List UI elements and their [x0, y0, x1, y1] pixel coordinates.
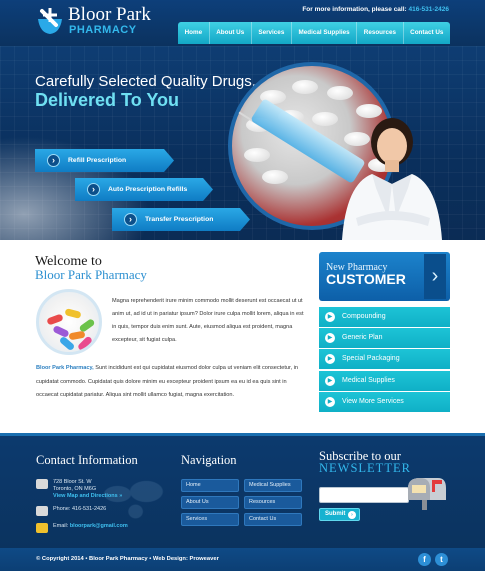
hero-subheading: Delivered To You: [35, 90, 180, 110]
address-line-2: Toronto, ON M6G: [53, 486, 97, 492]
logo-name[interactable]: Bloor Park: [68, 5, 151, 25]
site-header: Bloor Park PHARMACY For more information…: [0, 0, 485, 46]
play-icon: ▶: [325, 333, 335, 344]
service-view-more[interactable]: ▶ View More Services: [319, 391, 450, 412]
twitter-icon[interactable]: t: [435, 553, 448, 566]
logo-subtitle[interactable]: PHARMACY: [69, 24, 137, 36]
welcome-paragraph-2: Bloor Park Pharmacy, Sunt incididunt est…: [36, 362, 308, 403]
chevron-right-icon: ›: [424, 254, 446, 299]
email-label: Email:: [53, 523, 69, 529]
service-label: Compounding: [342, 313, 386, 320]
footer-phone: Phone: 416-531-2426: [53, 506, 107, 512]
transfer-prescription-button[interactable]: › Transfer Prescription: [112, 208, 250, 231]
bottom-bar: © Copyright 2014 • Bloor Park Pharmacy •…: [0, 548, 485, 571]
email-link[interactable]: bloorpark@gmail.com: [70, 523, 128, 529]
newsletter-email-input[interactable]: [319, 487, 409, 503]
submit-button[interactable]: Submit ›: [319, 508, 360, 521]
chevron-right-icon: ›: [124, 213, 137, 226]
hero-banner: Carefully Selected Quality Drugs, Delive…: [0, 46, 485, 240]
pharmacy-logo-icon[interactable]: [34, 5, 66, 37]
mailbox-icon: [408, 478, 446, 510]
phone-icon: [36, 506, 48, 516]
play-icon: ▶: [325, 354, 335, 365]
facebook-icon[interactable]: f: [418, 553, 431, 566]
map-directions-link[interactable]: View Map and Directions »: [53, 493, 122, 499]
refill-prescription-button[interactable]: › Refill Prescription: [35, 149, 174, 172]
footer-nav-services[interactable]: Services: [181, 513, 239, 526]
chevron-right-icon: ›: [47, 154, 60, 167]
footer-nav-home[interactable]: Home: [181, 479, 239, 492]
service-special-packaging[interactable]: ▶ Special Packaging: [319, 349, 450, 370]
site-footer: Contact Information 728 Bloor St. W Toro…: [0, 433, 485, 548]
service-label: Medical Supplies: [342, 376, 395, 384]
contact-heading: Contact Information: [36, 453, 138, 467]
welcome-highlight: Bloor Park Pharmacy,: [36, 365, 94, 371]
nav-home[interactable]: Home: [178, 22, 210, 44]
hero-heading: Carefully Selected Quality Drugs,: [35, 73, 256, 90]
footer-nav-medical-supplies[interactable]: Medical Supplies: [244, 479, 302, 492]
chevron-right-icon: ›: [87, 183, 100, 196]
auto-refills-button[interactable]: › Auto Prescription Refills: [75, 178, 213, 201]
auto-refills-label: Auto Prescription Refills: [108, 186, 188, 193]
service-label: Generic Plan: [342, 334, 383, 342]
capsules-image: [36, 289, 102, 355]
pharmacist-photo: [342, 118, 442, 240]
nav-services[interactable]: Services: [252, 22, 292, 44]
refill-prescription-label: Refill Prescription: [68, 157, 127, 164]
nav-medical-supplies[interactable]: Medical Supplies: [292, 22, 358, 44]
welcome-pharmacy-name: Bloor Park Pharmacy: [35, 267, 147, 282]
footer-nav-about-us[interactable]: About Us: [181, 496, 239, 509]
play-icon: ▶: [325, 312, 335, 322]
footer-nav-resources[interactable]: Resources: [244, 496, 302, 509]
service-compounding[interactable]: ▶ Compounding: [319, 307, 450, 327]
nav-resources[interactable]: Resources: [357, 22, 404, 44]
envelope-icon: [36, 523, 48, 533]
nav-about-us[interactable]: About Us: [210, 22, 252, 44]
chevron-right-icon: ›: [348, 511, 356, 519]
main-nav: Home About Us Services Medical Supplies …: [178, 22, 450, 44]
service-label: View More Services: [342, 397, 404, 405]
welcome-paragraph-1: Magna reprehenderit irure minim commodo …: [112, 298, 304, 343]
transfer-prescription-label: Transfer Prescription: [145, 216, 214, 223]
service-medical-supplies[interactable]: ▶ Medical Supplies: [319, 370, 450, 391]
footer-nav-contact-us[interactable]: Contact Us: [244, 513, 302, 526]
newsletter-heading: NEWSLETTER: [319, 461, 411, 475]
header-contact-info: For more information, please call: 416-5…: [302, 6, 449, 13]
copyright-text: © Copyright 2014 • Bloor Park Pharmacy •…: [36, 556, 219, 562]
nav-contact-us[interactable]: Contact Us: [404, 22, 450, 44]
header-info-text: For more information, please call:: [302, 6, 407, 13]
play-icon: ▶: [325, 396, 335, 407]
house-icon: [36, 479, 48, 489]
new-customer-big: CUSTOMER: [326, 271, 406, 287]
submit-label: Submit: [325, 511, 346, 517]
header-phone[interactable]: 416-531-2426: [409, 6, 449, 13]
address-line-1: 728 Bloor St. W: [53, 479, 92, 485]
footer-nav-heading: Navigation: [181, 453, 237, 467]
service-label: Special Packaging: [342, 355, 400, 363]
play-icon: ▶: [325, 375, 335, 386]
service-generic-plan[interactable]: ▶ Generic Plan: [319, 328, 450, 349]
new-customer-banner[interactable]: New Pharmacy CUSTOMER ›: [319, 252, 450, 301]
services-list: ▶ Compounding ▶ Generic Plan ▶ Special Pack…: [319, 307, 450, 413]
